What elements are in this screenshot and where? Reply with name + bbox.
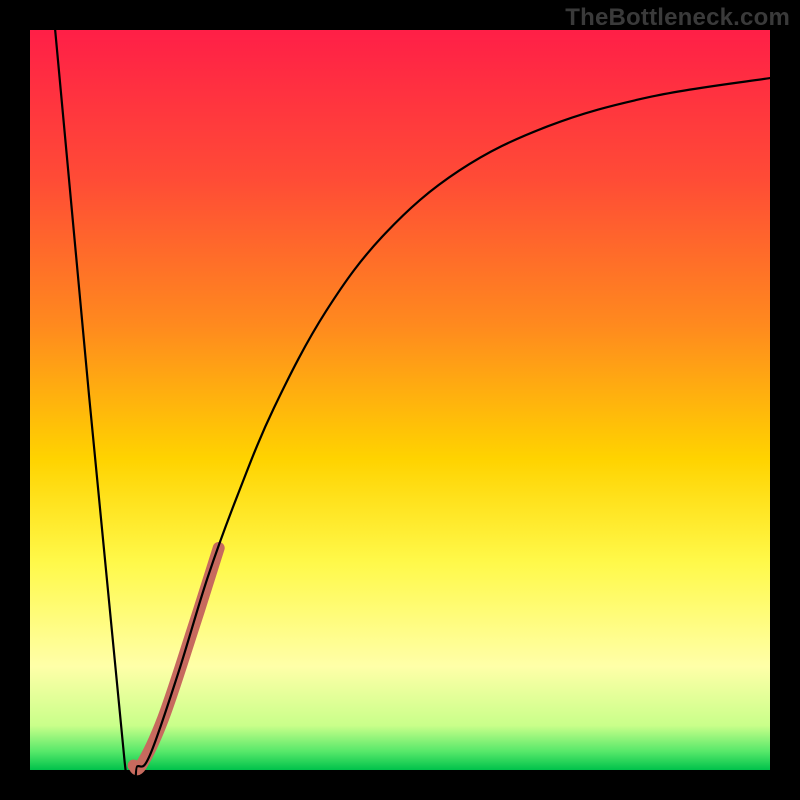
chart-frame: TheBottleneck.com — [0, 0, 800, 800]
chart-plot — [0, 0, 800, 800]
plot-background — [30, 30, 770, 770]
